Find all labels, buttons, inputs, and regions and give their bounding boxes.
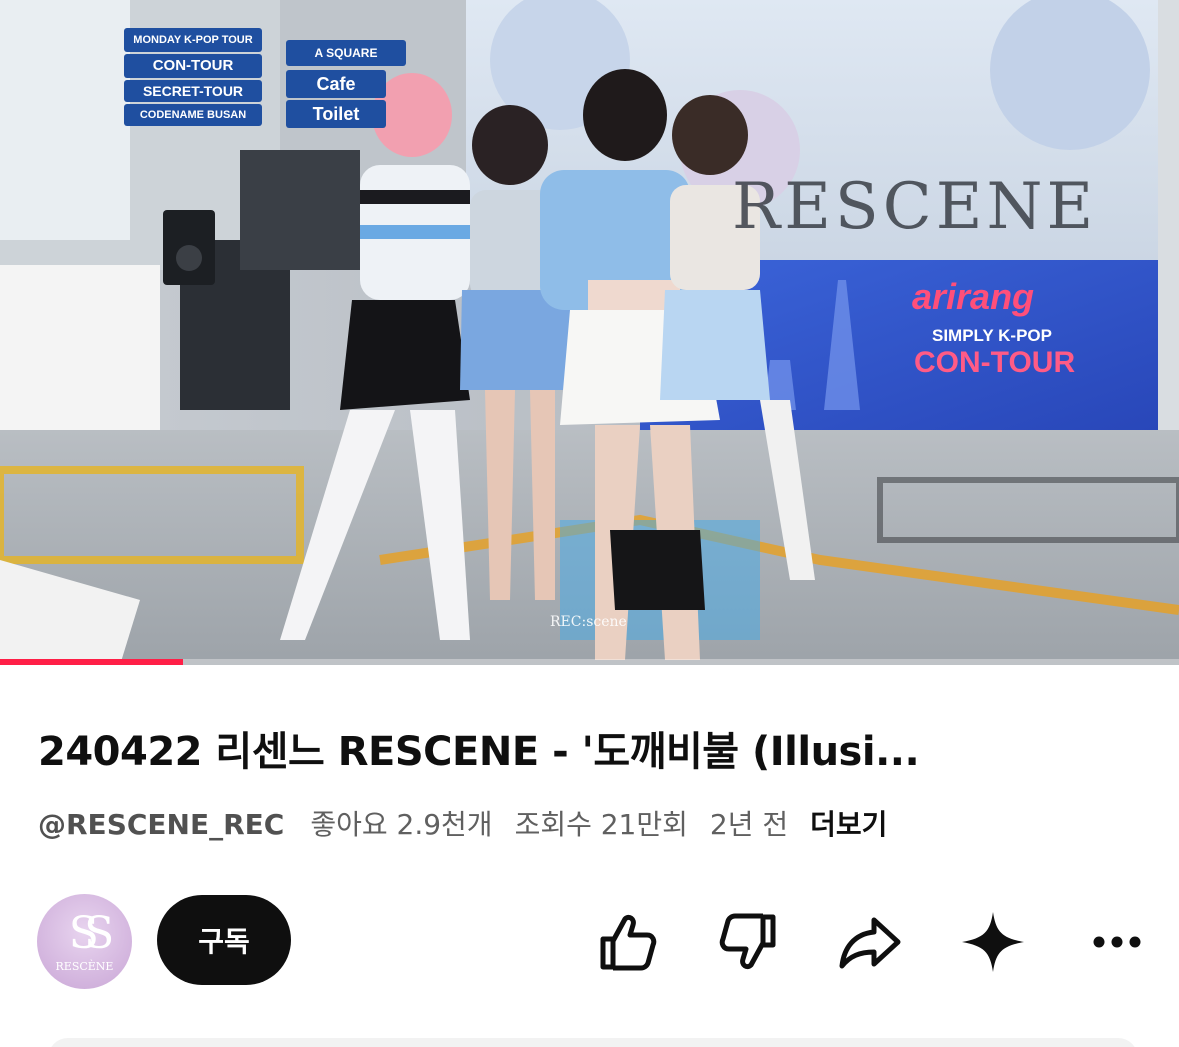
dislike-button[interactable] xyxy=(714,910,784,974)
avatar-channel-name: RESCÈNE xyxy=(55,960,114,973)
more-actions-button[interactable] xyxy=(1082,910,1152,974)
video-progress-fill xyxy=(0,659,183,665)
poster-group-name: RESCENE xyxy=(732,170,1098,244)
like-button[interactable] xyxy=(592,910,662,974)
sign-codename-busan: CODENAME BUSAN xyxy=(124,104,262,126)
view-count: 조회수 21만회 xyxy=(514,808,688,841)
upload-age: 2년 전 xyxy=(709,808,789,841)
sign-monday-kpop-tour: MONDAY K-POP TOUR xyxy=(124,28,262,52)
video-player[interactable]: MONDAY K-POP TOUR CON-TOUR SECRET-TOUR C… xyxy=(0,0,1179,665)
like-count: 좋아요 2.9천개 xyxy=(310,808,493,841)
banner-con-tour: CON-TOUR xyxy=(914,346,1076,379)
avatar-logo: SS xyxy=(68,908,115,959)
more-link[interactable]: 더보기 xyxy=(810,803,887,843)
banner-simply-kpop: SIMPLY K-POP xyxy=(932,326,1052,345)
sign-cafe: Cafe xyxy=(286,70,386,98)
ask-ai-button[interactable] xyxy=(958,910,1028,974)
thumbs-up-icon xyxy=(600,914,657,971)
subscribe-button[interactable]: 구독 xyxy=(157,895,291,985)
banner-arirang: arirang xyxy=(912,276,1035,317)
sign-secret-tour: SECRET-TOUR xyxy=(124,80,262,102)
channel-avatar[interactable]: SS RESCÈNE xyxy=(37,894,132,989)
video-meta-row[interactable]: @RESCENE_REC 좋아요 2.9천개 조회수 21만회 2년 전 더보기 xyxy=(38,803,909,843)
more-horizontal-icon xyxy=(1093,936,1141,948)
channel-handle[interactable]: @RESCENE_REC xyxy=(38,808,284,841)
comments-preview[interactable] xyxy=(48,1038,1138,1047)
thumbs-down-icon xyxy=(719,913,776,970)
sparkle-icon xyxy=(962,912,1024,972)
video-info-panel: 240422 리센느 RESCENE - '도깨비불 (Illusi... @R… xyxy=(0,666,1179,1047)
video-watermark: REC:scene xyxy=(550,614,627,630)
sign-a-square: A SQUARE xyxy=(286,40,406,66)
sign-toilet: Toilet xyxy=(286,100,386,128)
video-title[interactable]: 240422 리센느 RESCENE - '도깨비불 (Illusi... xyxy=(38,719,1148,777)
share-icon xyxy=(839,917,901,969)
share-button[interactable] xyxy=(836,910,906,974)
video-progress-bar[interactable] xyxy=(0,659,1179,665)
sign-con-tour: CON-TOUR xyxy=(124,54,262,78)
